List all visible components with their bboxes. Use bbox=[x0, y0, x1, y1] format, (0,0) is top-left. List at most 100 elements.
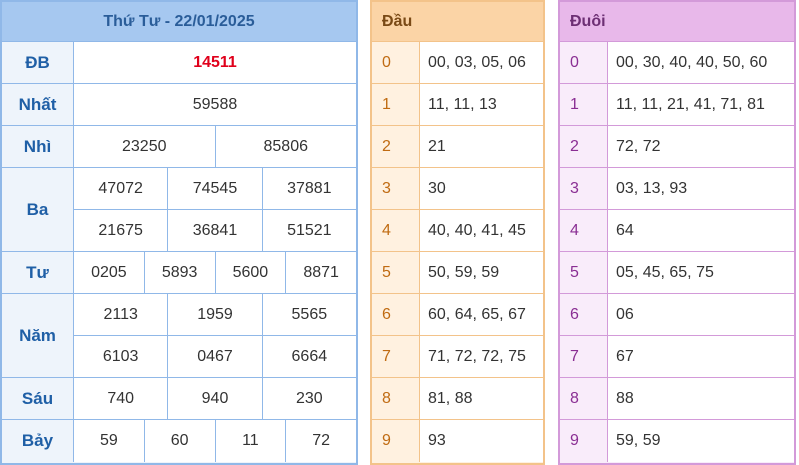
duoi-numbers: 00, 30, 40, 40, 50, 60 bbox=[608, 42, 794, 83]
dau-table: Đầu 0 00, 03, 05, 06 1 11, 11, 13 2 21 3 30 4 40,… bbox=[370, 0, 545, 465]
prize-label: Tư bbox=[2, 252, 74, 293]
prize-number: 23250 bbox=[74, 126, 216, 167]
prize-label: Sáu bbox=[2, 378, 74, 419]
duoi-digit: 0 bbox=[560, 42, 608, 83]
duoi-row: 3 03, 13, 93 bbox=[560, 168, 794, 210]
prize-number: 5600 bbox=[216, 252, 287, 293]
prize-row-ba: Ba 47072 74545 37881 21675 36841 51521 bbox=[2, 168, 356, 252]
prize-number: 2113 bbox=[74, 294, 169, 335]
lottery-results-table: Thứ Tư - 22/01/2025 ĐB 14511 Nhất 59588 … bbox=[0, 0, 358, 465]
prize-label: ĐB bbox=[2, 42, 74, 83]
prize-number: 14511 bbox=[193, 53, 237, 71]
dau-digit: 5 bbox=[372, 252, 420, 293]
duoi-digit: 2 bbox=[560, 126, 608, 167]
duoi-numbers: 64 bbox=[608, 210, 794, 251]
duoi-numbers: 05, 45, 65, 75 bbox=[608, 252, 794, 293]
dau-row: 5 50, 59, 59 bbox=[372, 252, 543, 294]
duoi-row: 2 72, 72 bbox=[560, 126, 794, 168]
duoi-row: 1 11, 11, 21, 41, 71, 81 bbox=[560, 84, 794, 126]
duoi-header: Đuôi bbox=[560, 2, 794, 42]
prize-number: 21675 bbox=[74, 210, 169, 251]
dau-row: 8 81, 88 bbox=[372, 378, 543, 420]
prize-row-tu: Tư 0205 5893 5600 8871 bbox=[2, 252, 356, 294]
duoi-digit: 9 bbox=[560, 420, 608, 462]
prize-number: 5565 bbox=[291, 305, 328, 323]
dau-numbers: 21 bbox=[420, 126, 543, 167]
prize-row-nhi: Nhì 23250 85806 bbox=[2, 126, 356, 168]
prize-number: 0467 bbox=[168, 336, 263, 377]
dau-numbers: 50, 59, 59 bbox=[420, 252, 543, 293]
dau-digit: 9 bbox=[372, 420, 420, 462]
duoi-numbers: 11, 11, 21, 41, 71, 81 bbox=[608, 84, 794, 125]
duoi-row: 6 06 bbox=[560, 294, 794, 336]
dau-numbers: 00, 03, 05, 06 bbox=[420, 42, 543, 83]
prize-number: 230 bbox=[295, 389, 323, 407]
dau-numbers: 40, 40, 41, 45 bbox=[420, 210, 543, 251]
duoi-digit: 1 bbox=[560, 84, 608, 125]
dau-row: 2 21 bbox=[372, 126, 543, 168]
duoi-digit: 5 bbox=[560, 252, 608, 293]
prize-label: Ba bbox=[2, 168, 74, 251]
dau-numbers: 81, 88 bbox=[420, 378, 543, 419]
duoi-numbers: 03, 13, 93 bbox=[608, 168, 794, 209]
duoi-numbers: 06 bbox=[608, 294, 794, 335]
prize-row-nam: Năm 2113 1959 5565 6103 0467 6664 bbox=[2, 294, 356, 378]
dau-digit: 3 bbox=[372, 168, 420, 209]
dau-numbers: 11, 11, 13 bbox=[420, 84, 543, 125]
prize-number: 72 bbox=[312, 432, 331, 449]
prize-number: 0205 bbox=[74, 252, 145, 293]
dau-digit: 1 bbox=[372, 84, 420, 125]
duoi-digit: 6 bbox=[560, 294, 608, 335]
prize-number: 11 bbox=[216, 420, 287, 462]
duoi-numbers: 59, 59 bbox=[608, 420, 794, 462]
duoi-numbers: 72, 72 bbox=[608, 126, 794, 167]
prize-row-db: ĐB 14511 bbox=[2, 42, 356, 84]
prize-number: 74545 bbox=[168, 168, 263, 209]
duoi-row: 9 59, 59 bbox=[560, 420, 794, 462]
dau-digit: 4 bbox=[372, 210, 420, 251]
prize-number: 59588 bbox=[192, 95, 238, 113]
dau-row: 3 30 bbox=[372, 168, 543, 210]
dau-digit: 8 bbox=[372, 378, 420, 419]
dau-header-label: Đầu bbox=[382, 12, 413, 30]
dau-row: 9 93 bbox=[372, 420, 543, 462]
duoi-row: 7 67 bbox=[560, 336, 794, 378]
dau-numbers: 71, 72, 72, 75 bbox=[420, 336, 543, 377]
duoi-row: 4 64 bbox=[560, 210, 794, 252]
prize-number: 8871 bbox=[303, 263, 339, 281]
prize-row-bay: Bảy 59 60 11 72 bbox=[2, 420, 356, 462]
duoi-digit: 4 bbox=[560, 210, 608, 251]
results-date-title: Thứ Tư - 22/01/2025 bbox=[2, 2, 356, 42]
prize-number: 6103 bbox=[74, 336, 169, 377]
prize-number: 940 bbox=[168, 378, 263, 419]
dau-header: Đầu bbox=[372, 2, 543, 42]
prize-number: 6664 bbox=[291, 347, 328, 365]
duoi-digit: 3 bbox=[560, 168, 608, 209]
prize-number: 1959 bbox=[168, 294, 263, 335]
dau-digit: 6 bbox=[372, 294, 420, 335]
dau-row: 4 40, 40, 41, 45 bbox=[372, 210, 543, 252]
prize-number: 5893 bbox=[145, 252, 216, 293]
dau-digit: 0 bbox=[372, 42, 420, 83]
prize-label: Nhì bbox=[2, 126, 74, 167]
dau-numbers: 93 bbox=[420, 420, 543, 462]
dau-row: 0 00, 03, 05, 06 bbox=[372, 42, 543, 84]
duoi-digit: 7 bbox=[560, 336, 608, 377]
duoi-row: 5 05, 45, 65, 75 bbox=[560, 252, 794, 294]
dau-digit: 2 bbox=[372, 126, 420, 167]
prize-number: 37881 bbox=[287, 179, 332, 197]
duoi-table: Đuôi 0 00, 30, 40, 40, 50, 60 1 11, 11, 21,… bbox=[558, 0, 796, 465]
duoi-row: 8 88 bbox=[560, 378, 794, 420]
prize-number: 59 bbox=[74, 420, 145, 462]
prize-number: 47072 bbox=[74, 168, 169, 209]
dau-numbers: 60, 64, 65, 67 bbox=[420, 294, 543, 335]
prize-label: Năm bbox=[2, 294, 74, 377]
prize-row-nhat: Nhất 59588 bbox=[2, 84, 356, 126]
duoi-header-label: Đuôi bbox=[570, 12, 606, 30]
prize-number: 60 bbox=[145, 420, 216, 462]
prize-label: Bảy bbox=[2, 420, 74, 462]
dau-row: 7 71, 72, 72, 75 bbox=[372, 336, 543, 378]
dau-row: 6 60, 64, 65, 67 bbox=[372, 294, 543, 336]
prize-number: 51521 bbox=[287, 221, 332, 239]
duoi-numbers: 88 bbox=[608, 378, 794, 419]
